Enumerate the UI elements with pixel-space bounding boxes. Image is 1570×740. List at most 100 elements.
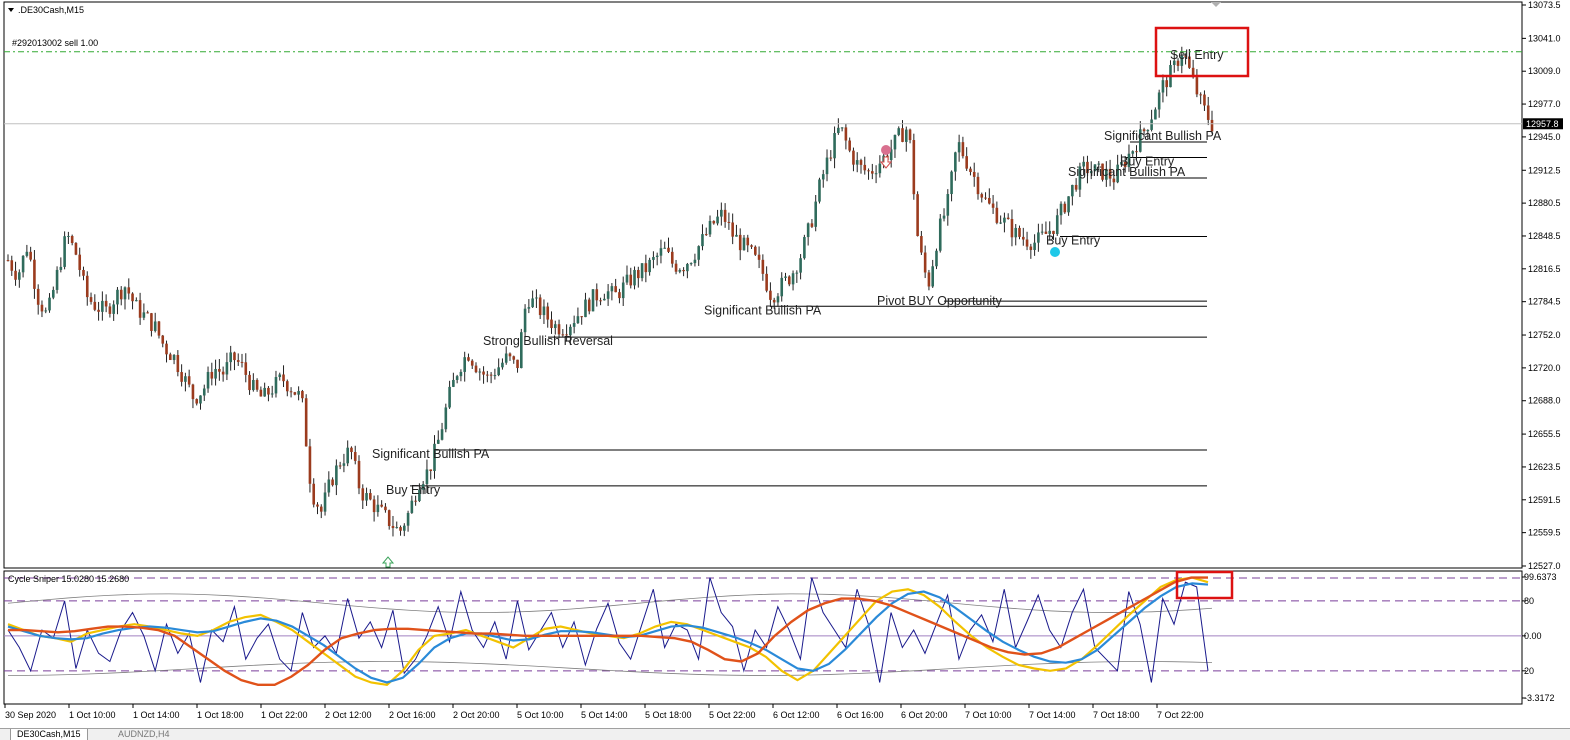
candle-body: [633, 269, 636, 286]
candle-body: [1055, 215, 1059, 235]
candle-body: [21, 255, 25, 273]
candle-body: [455, 376, 459, 380]
price-axis-label: 12816.5: [1528, 264, 1561, 274]
candle-body: [670, 251, 674, 264]
candle-body: [1003, 217, 1006, 223]
time-axis-label: 7 Oct 10:00: [965, 710, 1012, 720]
indicator-axis-label: 0.00: [1524, 631, 1542, 641]
candle-body: [637, 269, 640, 279]
candle-body: [236, 360, 240, 362]
candle-body: [282, 374, 285, 382]
candle-body: [644, 263, 648, 273]
candle-body: [750, 245, 753, 247]
candle-body: [1071, 184, 1074, 197]
candle-body: [123, 287, 127, 300]
time-axis-label: 1 Oct 18:00: [197, 710, 244, 720]
candle-body: [769, 290, 772, 300]
signal-annotation: Pivot BUY Opportunity: [877, 294, 1003, 308]
candle-body: [923, 252, 927, 273]
candle-body: [403, 525, 406, 531]
candle-body: [821, 174, 825, 180]
candle-body: [436, 439, 440, 444]
candle-body: [478, 371, 482, 373]
candle-body: [316, 504, 319, 507]
candle-body: [10, 260, 14, 271]
candle-body: [1074, 184, 1078, 190]
candle-body: [372, 499, 376, 513]
candle-body: [218, 368, 221, 372]
candle-body: [818, 179, 821, 202]
time-axis-label: 2 Oct 16:00: [389, 710, 436, 720]
candle-body: [387, 510, 391, 527]
candle-body: [761, 259, 765, 274]
candle-body: [248, 374, 251, 391]
candle-body: [25, 251, 29, 256]
signal-annotation: Significant Bullish PA: [704, 303, 822, 317]
candle-body: [546, 306, 550, 320]
candle-body: [935, 250, 938, 267]
candle-body: [229, 352, 232, 363]
candle-body: [486, 374, 489, 376]
candle-body: [55, 269, 59, 290]
candle-body: [659, 248, 663, 256]
price-axis-label: 12688.0: [1528, 396, 1561, 406]
candle-body: [712, 220, 716, 224]
candle-body: [603, 298, 606, 301]
candle-body: [1195, 77, 1199, 95]
candle-body: [380, 504, 383, 507]
candle-body: [871, 171, 874, 174]
candle-body: [168, 354, 172, 361]
candle-body: [516, 359, 519, 369]
candle-body: [1033, 242, 1036, 250]
candle-body: [252, 379, 255, 391]
candle-body: [806, 223, 810, 238]
price-axis-label: 12912.5: [1528, 165, 1561, 175]
candle-body: [535, 297, 538, 299]
candle-body: [1165, 80, 1169, 88]
candle-body: [757, 254, 761, 260]
candle-body: [274, 377, 278, 394]
candle-body: [59, 266, 63, 270]
candle-body: [697, 246, 700, 260]
candle-body: [350, 447, 353, 453]
time-axis-label: 5 Oct 18:00: [645, 710, 692, 720]
candle-body: [908, 129, 912, 141]
candle-body: [365, 493, 368, 501]
candle-body: [467, 357, 470, 361]
candle-body: [221, 371, 225, 375]
candle-body: [606, 291, 610, 299]
candle-body: [202, 388, 206, 396]
candle-body: [957, 142, 961, 153]
candle-body: [595, 289, 599, 301]
candle-body: [686, 264, 689, 272]
candle-body: [440, 429, 444, 440]
candle-body: [1014, 227, 1018, 238]
candle-body: [361, 488, 365, 501]
candle-body: [731, 222, 734, 237]
candle-body: [727, 221, 731, 223]
candle-body: [1157, 92, 1161, 110]
candle-body: [131, 293, 134, 302]
candle-body: [67, 236, 70, 238]
candle-body: [395, 527, 399, 529]
candle-body: [720, 209, 723, 217]
candle-body: [916, 194, 919, 237]
tab-audnzd-h4[interactable]: AUDNZD,H4: [112, 729, 176, 740]
candle-body: [852, 150, 855, 165]
candle-body: [116, 289, 119, 305]
candle-body: [206, 371, 210, 389]
time-axis-label: 7 Oct 22:00: [1157, 710, 1204, 720]
candle-body: [319, 506, 323, 512]
candle-body: [44, 310, 48, 312]
candle-body: [1059, 203, 1063, 216]
candle-body: [508, 353, 512, 357]
candle-body: [859, 160, 863, 165]
candle-body: [701, 234, 704, 247]
time-axis-label: 7 Oct 18:00: [1093, 710, 1140, 720]
tab-de30cash-m15[interactable]: DE30Cash,M15: [10, 729, 88, 740]
trading-chart[interactable]: .DE30Cash,M15 #292013002 sell 1.00 13073…: [0, 0, 1570, 728]
candle-body: [233, 352, 236, 361]
candle-body: [674, 263, 678, 272]
price-axis-label: 12945.0: [1528, 132, 1561, 142]
candle-body: [278, 374, 282, 378]
